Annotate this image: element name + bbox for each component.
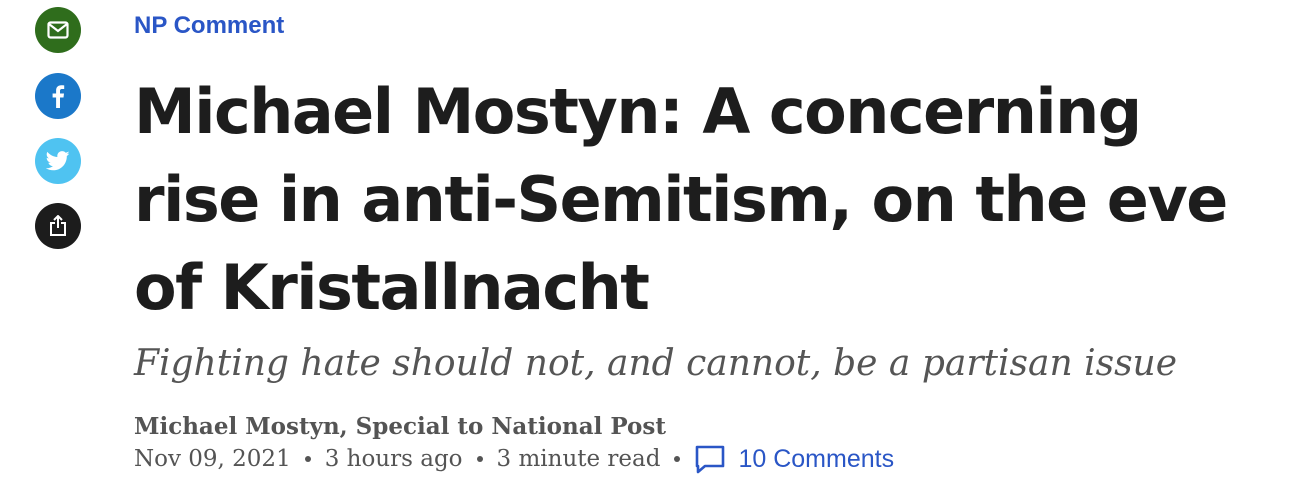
separator-dot bbox=[304, 456, 311, 462]
byline: Michael Mostyn, Special to National Post bbox=[134, 413, 666, 440]
share-upload-icon bbox=[49, 215, 67, 237]
comments-count-label: 10 Comments bbox=[738, 445, 895, 473]
category-link[interactable]: NP Comment bbox=[134, 12, 284, 40]
separator-dot bbox=[674, 456, 681, 462]
twitter-bird-icon bbox=[46, 151, 70, 171]
article-subheadline: Fighting hate should not, and cannot, be… bbox=[134, 343, 1178, 384]
facebook-icon bbox=[51, 84, 65, 108]
article-meta: Nov 09, 2021 3 hours ago 3 minute read 1… bbox=[134, 444, 894, 474]
article-headline: Michael Mostyn: A concerning rise in ant… bbox=[134, 75, 1228, 324]
time-ago: 3 hours ago bbox=[324, 446, 463, 472]
facebook-share-button[interactable] bbox=[35, 73, 81, 119]
twitter-share-button[interactable] bbox=[35, 138, 81, 184]
envelope-icon bbox=[47, 21, 69, 39]
publish-date: Nov 09, 2021 bbox=[134, 446, 291, 472]
more-share-button[interactable] bbox=[35, 203, 81, 249]
comments-link[interactable]: 10 Comments bbox=[694, 444, 894, 474]
email-share-button[interactable] bbox=[35, 7, 81, 53]
separator-dot bbox=[476, 456, 483, 462]
comment-bubble-icon bbox=[694, 444, 726, 474]
read-time: 3 minute read bbox=[496, 446, 661, 472]
